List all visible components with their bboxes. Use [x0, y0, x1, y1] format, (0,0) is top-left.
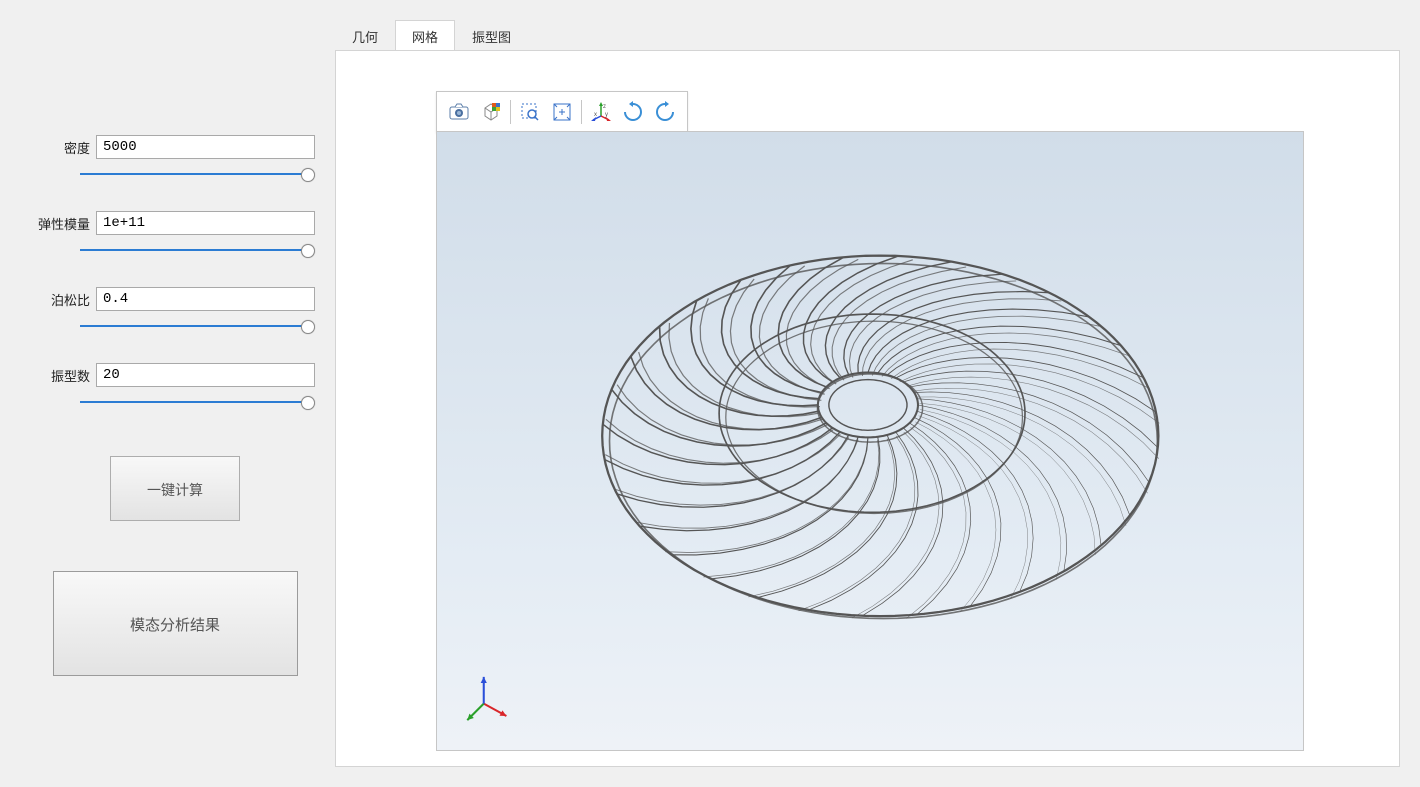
svg-text:y: y — [605, 112, 608, 118]
toolbar-separator — [510, 100, 511, 124]
main-view-area: 几何 网格 振型图 zy x — [335, 20, 1400, 767]
axis-icon[interactable]: zy x — [586, 98, 616, 126]
rotate-cw-icon[interactable] — [618, 98, 648, 126]
tab-bar: 几何 网格 振型图 — [335, 20, 1400, 50]
poisson-slider[interactable] — [80, 317, 315, 335]
tab-mesh[interactable]: 网格 — [395, 20, 455, 50]
density-input[interactable] — [96, 135, 315, 159]
elastic-input[interactable] — [96, 211, 315, 235]
param-elastic: 弹性模量 — [35, 211, 315, 259]
fit-icon[interactable] — [547, 98, 577, 126]
param-density: 密度 — [35, 135, 315, 183]
zoom-select-icon[interactable] — [515, 98, 545, 126]
svg-text:z: z — [603, 104, 606, 110]
poisson-label: 泊松比 — [35, 290, 96, 309]
param-poisson: 泊松比 — [35, 287, 315, 335]
tab-content: zy x — [335, 50, 1400, 767]
parameter-panel: 密度 弹性模量 泊松比 振型数 一键计算 模 — [35, 0, 315, 676]
svg-text:x: x — [594, 112, 597, 118]
density-slider[interactable] — [80, 165, 315, 183]
modes-input[interactable] — [96, 363, 315, 387]
view-toolbar: zy x — [436, 91, 688, 133]
density-label: 密度 — [35, 138, 96, 157]
modes-label: 振型数 — [35, 366, 96, 385]
compute-button[interactable]: 一键计算 — [110, 456, 240, 521]
cube-icon[interactable] — [476, 98, 506, 126]
camera-icon[interactable] — [444, 98, 474, 126]
modes-slider[interactable] — [80, 393, 315, 411]
toolbar-separator — [581, 100, 582, 124]
tab-modeshape[interactable]: 振型图 — [455, 20, 528, 50]
elastic-label: 弹性模量 — [35, 214, 96, 233]
rotate-ccw-icon[interactable] — [650, 98, 680, 126]
param-modes: 振型数 — [35, 363, 315, 411]
tab-geometry[interactable]: 几何 — [335, 20, 395, 50]
viewport-3d[interactable] — [436, 131, 1304, 751]
results-button[interactable]: 模态分析结果 — [53, 571, 298, 676]
poisson-input[interactable] — [96, 287, 315, 311]
elastic-slider[interactable] — [80, 241, 315, 259]
